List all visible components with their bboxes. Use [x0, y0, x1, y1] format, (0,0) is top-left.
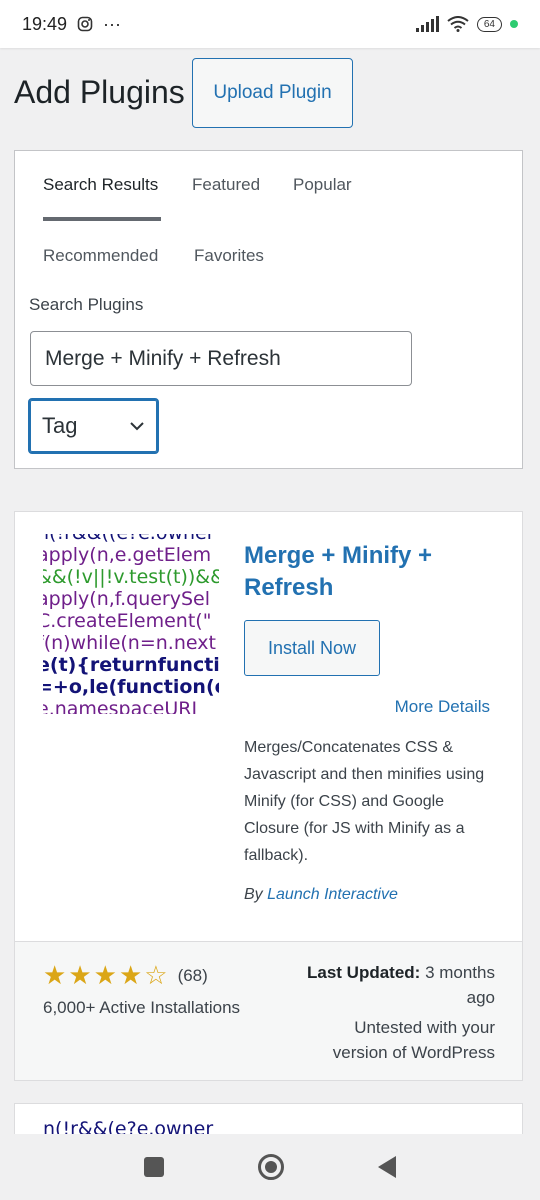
- star-filled-icon: ★: [118, 960, 143, 990]
- thumbnail-line: &&(!v||!v.test(t))&&(: [43, 566, 219, 588]
- upload-plugin-button[interactable]: Upload Plugin: [192, 58, 353, 128]
- thumbnail-line: apply(n,f.querySel: [43, 588, 211, 610]
- home-icon: [265, 1161, 277, 1173]
- search-plugins-label: Search Plugins: [29, 295, 144, 314]
- author-link[interactable]: Launch Interactive: [267, 886, 398, 903]
- wifi-icon: [447, 16, 469, 32]
- star-filled-icon: ★: [93, 960, 117, 990]
- active-installs: 6,000+ Active Installations: [43, 998, 241, 1017]
- thumbnail-line: n(!r&&((e?e.owner: [43, 534, 219, 544]
- tab-favorites[interactable]: Favorites: [194, 246, 264, 266]
- chevron-down-icon: [130, 422, 144, 431]
- rating-count[interactable]: (68): [178, 966, 208, 986]
- author-prefix: By: [244, 886, 263, 903]
- home-button[interactable]: [258, 1154, 284, 1180]
- instagram-icon: [77, 16, 93, 32]
- thumbnail-line: apply(n,e.getElem: [43, 544, 212, 566]
- star-empty-icon: ☆: [144, 960, 168, 990]
- thumbnail-line: f(n)while(n=n.next: [43, 632, 216, 654]
- thumbnail-line: e.namespaceURI: [43, 698, 198, 714]
- tab-popular[interactable]: Popular: [293, 175, 352, 195]
- install-now-button[interactable]: Install Now: [244, 620, 380, 676]
- plugin-thumbnail[interactable]: n(!r&&((e?e.owner apply(n,e.getElem &&(!…: [43, 534, 219, 714]
- search-type-value: Tag: [42, 413, 78, 438]
- search-type-select[interactable]: Tag: [28, 398, 159, 454]
- more-details-link[interactable]: More Details: [395, 697, 490, 717]
- search-input-value: Merge + Minify + Refresh: [45, 346, 281, 370]
- tab-recommended[interactable]: Recommended: [43, 246, 158, 266]
- thumbnail-line: =+o,le(function(e,t: [43, 676, 219, 698]
- last-updated-label: Last Updated:: [306, 963, 421, 982]
- last-updated-value: 3 months ago: [425, 963, 495, 1007]
- more-notifications-icon: ···: [103, 13, 122, 34]
- battery-icon: 64: [476, 16, 502, 32]
- plugin-filter-panel: Search Results Featured Popular Recommen…: [14, 150, 523, 469]
- plugin-card: n(!r&&((e?e.owner apply(n,e.getElem &&(!…: [14, 511, 523, 1081]
- thumbnail-line: C.createElement(": [43, 610, 212, 632]
- search-input[interactable]: Merge + Minify + Refresh: [30, 331, 412, 386]
- status-bar: 19:49 ··· 64: [0, 0, 540, 48]
- plugin-author: By Launch Interactive: [244, 886, 398, 904]
- plugin-description: Merges/Concatenates CSS & Javascript and…: [244, 739, 485, 864]
- star-filled-icon: ★: [43, 960, 67, 990]
- plugin-card-footer: ★ ★ ★ ★ ☆ (68) 6,000+ Active Installatio…: [15, 941, 522, 1080]
- page-title: Add Plugins: [14, 74, 185, 110]
- last-updated: Last Updated: 3 months ago: [275, 960, 495, 1010]
- signal-icon: [415, 16, 439, 32]
- plugin-name-link[interactable]: Merge + Minify + Refresh: [244, 540, 504, 604]
- recents-button[interactable]: [144, 1157, 164, 1177]
- system-nav-bar: [0, 1134, 540, 1200]
- active-tab-indicator: [43, 217, 161, 221]
- status-time: 19:49: [22, 13, 68, 34]
- back-button[interactable]: [378, 1156, 396, 1178]
- tab-search-results[interactable]: Search Results: [43, 175, 158, 195]
- privacy-indicator-icon: [510, 20, 518, 28]
- compatibility-notice: Untested with your version of WordPress: [332, 1018, 495, 1062]
- thumbnail-line: e(t){returnfunction: [43, 654, 219, 676]
- star-rating: ★ ★ ★ ★ ☆ (68): [43, 960, 208, 991]
- star-filled-icon: ★: [68, 960, 92, 990]
- tab-featured[interactable]: Featured: [192, 175, 260, 195]
